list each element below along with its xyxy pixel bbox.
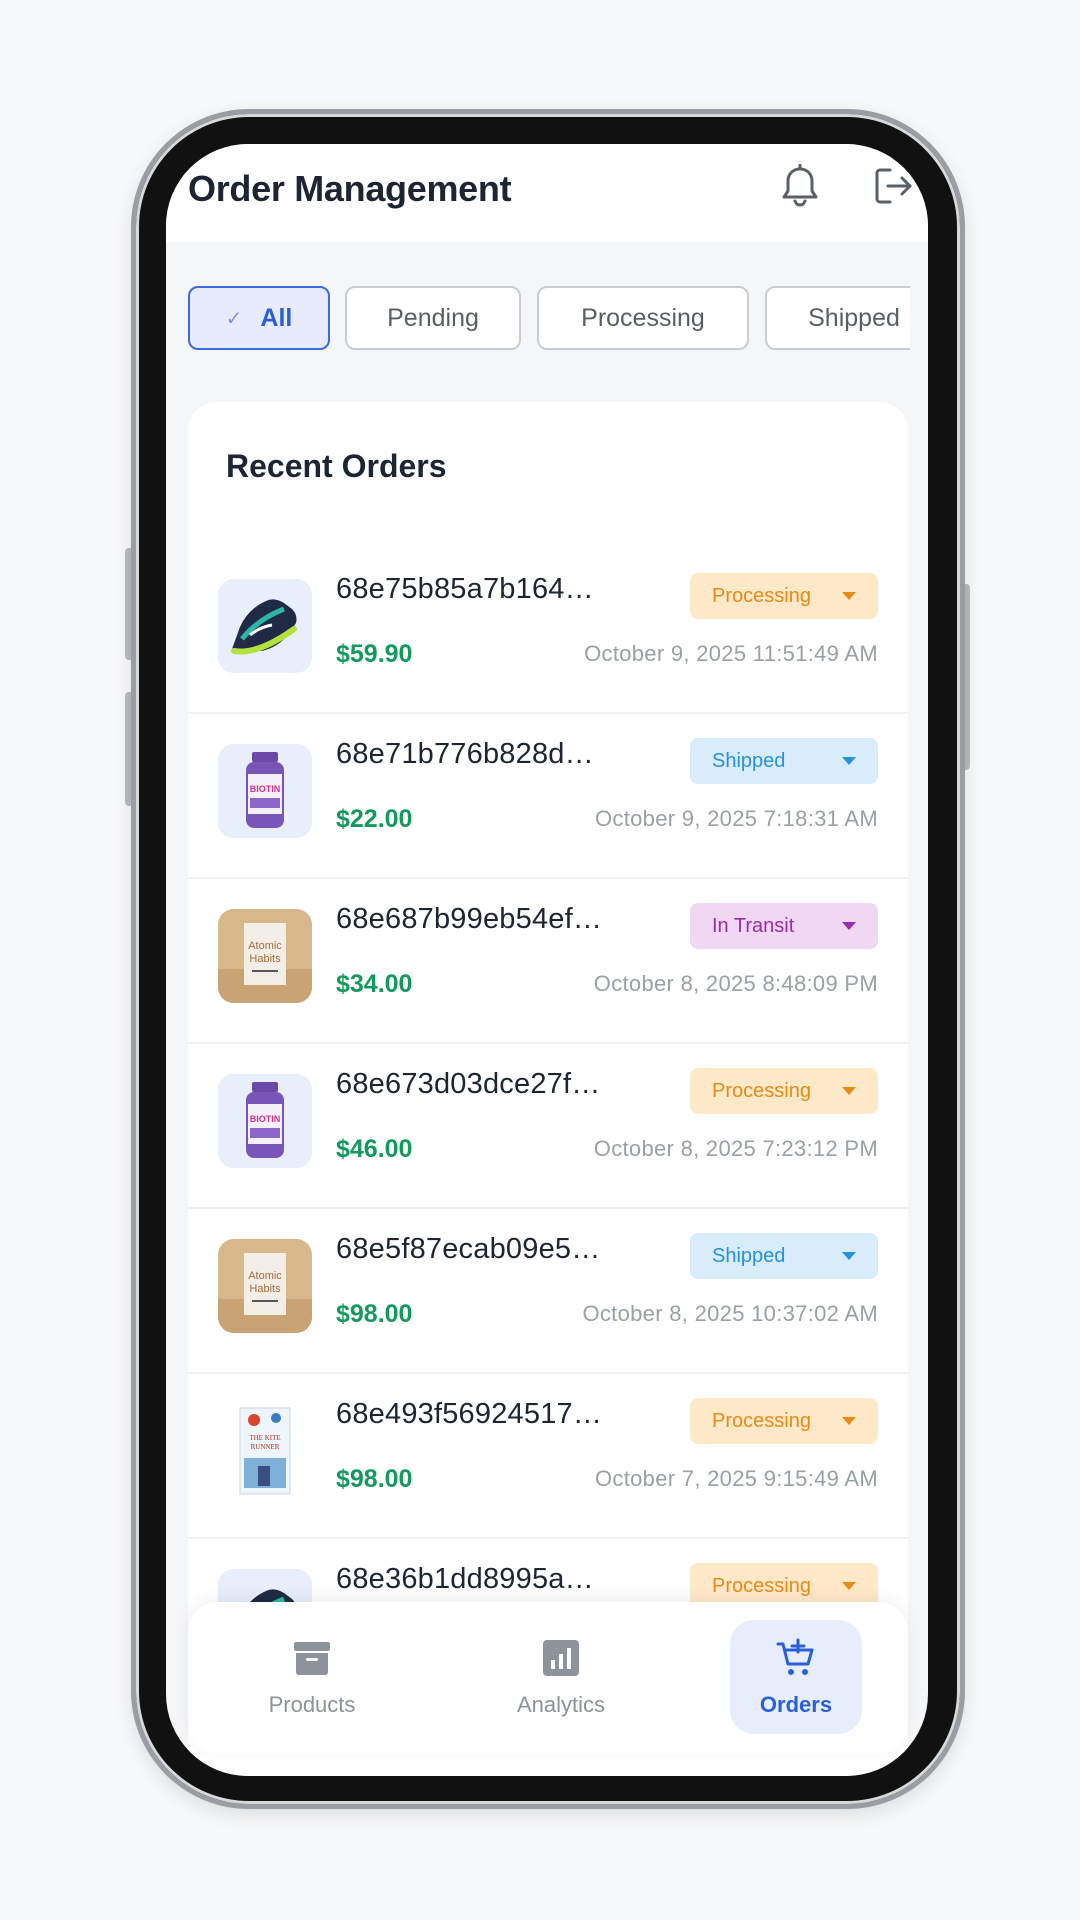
status-dropdown[interactable]: Shipped: [690, 1233, 878, 1279]
recent-orders-card: Recent Orders 68e75b85a7b164… Processing…: [188, 402, 908, 1776]
caret-down-icon: [842, 1087, 856, 1095]
order-price: $98.00: [336, 1465, 413, 1493]
status-dropdown[interactable]: In Transit: [690, 903, 878, 949]
order-date: October 9, 2025 7:18:31 AM: [595, 806, 878, 831]
nav-label: Products: [268, 1692, 356, 1717]
book-title-text: Atomic: [248, 1270, 282, 1282]
status-dropdown[interactable]: Processing: [690, 1068, 878, 1114]
order-id: 68e687b99eb54ef…: [336, 903, 603, 935]
status-label: Processing: [712, 1574, 811, 1597]
app-screen: Order Management ✓ All Pending Processin…: [166, 144, 928, 1776]
order-price: $98.00: [336, 1300, 413, 1328]
filter-chip-label: Pending: [387, 303, 479, 332]
order-date: October 8, 2025 10:37:02 AM: [582, 1301, 878, 1326]
order-price: $34.00: [336, 970, 413, 998]
order-date: October 7, 2025 9:15:49 AM: [595, 1466, 878, 1491]
order-date: October 8, 2025 7:23:12 PM: [593, 1136, 878, 1161]
status-label: Shipped: [712, 1244, 786, 1267]
check-icon: ✓: [225, 307, 243, 330]
filter-chip-label: All: [260, 303, 293, 332]
filter-chip-shipped[interactable]: Shipped: [765, 286, 910, 350]
order-row[interactable]: BIOTIN 68e673d03dce27f… Processing $46.0…: [188, 1044, 908, 1209]
biotin-label-text: BIOTIN: [250, 784, 281, 794]
analytics-icon: [543, 1640, 579, 1676]
order-id: 68e493f56924517…: [336, 1398, 603, 1430]
product-thumbnail-atomic-habits: Atomic Habits: [218, 909, 312, 1003]
book-title-text: Atomic: [248, 940, 282, 952]
status-label: Processing: [712, 584, 811, 607]
order-price: $46.00: [336, 1135, 413, 1163]
nav-tab-products[interactable]: Products: [246, 1620, 378, 1734]
logout-icon[interactable]: [872, 166, 914, 206]
order-id: 68e71b776b828d…: [336, 738, 594, 770]
caret-down-icon: [842, 592, 856, 600]
page-title: Order Management: [188, 168, 512, 209]
product-thumbnail-biotin: BIOTIN: [218, 1074, 312, 1168]
order-row[interactable]: Atomic Habits 68e5f87ecab09e5… Shipped $…: [188, 1209, 908, 1374]
product-thumbnail-atomic-habits: Atomic Habits: [218, 1239, 312, 1333]
status-label: Processing: [712, 1079, 811, 1102]
nav-tab-analytics[interactable]: Analytics: [495, 1620, 627, 1734]
product-thumbnail-sneaker: [218, 579, 312, 673]
caret-down-icon: [842, 757, 856, 765]
status-label: Processing: [712, 1409, 811, 1432]
status-dropdown[interactable]: Shipped: [690, 738, 878, 784]
status-label: In Transit: [712, 914, 795, 937]
filter-chip-all[interactable]: ✓ All: [188, 286, 330, 350]
product-thumbnail-biotin: BIOTIN: [218, 744, 312, 838]
status-dropdown[interactable]: Processing: [690, 573, 878, 619]
book-title-text: THE KITE: [249, 1434, 280, 1442]
order-id: 68e75b85a7b164…: [336, 573, 594, 605]
filter-chip-processing[interactable]: Processing: [537, 286, 749, 350]
order-id: 68e5f87ecab09e5…: [336, 1233, 601, 1265]
order-date: October 8, 2025 8:48:09 PM: [593, 971, 878, 996]
archive-icon: [294, 1642, 330, 1675]
order-row[interactable]: THE KITE RUNNER 68e493f56924517… Process…: [188, 1374, 908, 1539]
nav-label: Orders: [759, 1692, 833, 1717]
bottom-navigation: Products Analytics Orders: [188, 1602, 908, 1754]
book-title-text: Habits: [249, 953, 281, 965]
biotin-label-text: BIOTIN: [250, 1114, 281, 1124]
cart-icon: [776, 1638, 814, 1675]
order-price: $59.90: [336, 640, 413, 668]
filter-chip-label: Processing: [581, 303, 705, 332]
order-date: October 9, 2025 11:51:49 AM: [584, 641, 878, 666]
caret-down-icon: [842, 1252, 856, 1260]
order-price: $22.00: [336, 805, 413, 833]
bell-icon[interactable]: [780, 164, 820, 208]
order-id: 68e36b1dd8995a…: [336, 1563, 594, 1595]
order-id: 68e673d03dce27f…: [336, 1068, 601, 1100]
caret-down-icon: [842, 1417, 856, 1425]
section-title: Recent Orders: [226, 448, 447, 484]
status-label: Shipped: [712, 749, 786, 772]
status-filter-chips: ✓ All Pending Processing Shipped: [188, 286, 910, 352]
nav-tab-orders[interactable]: Orders: [730, 1620, 862, 1734]
filter-chip-pending[interactable]: Pending: [345, 286, 521, 350]
caret-down-icon: [842, 1582, 856, 1590]
status-dropdown[interactable]: Processing: [690, 1398, 878, 1444]
order-row[interactable]: BIOTIN 68e71b776b828d… Shipped $22.00 Oc…: [188, 714, 908, 879]
book-title-text: RUNNER: [251, 1443, 280, 1451]
app-header: Order Management: [166, 144, 928, 242]
product-thumbnail-kite-runner: THE KITE RUNNER: [218, 1404, 312, 1498]
order-row[interactable]: 68e75b85a7b164… Processing $59.90 Octobe…: [188, 549, 908, 714]
nav-label: Analytics: [516, 1692, 606, 1717]
book-title-text: Habits: [249, 1283, 281, 1295]
filter-chip-label: Shipped: [808, 303, 900, 332]
caret-down-icon: [842, 922, 856, 930]
order-row[interactable]: Atomic Habits 68e687b99eb54ef… In Transi…: [188, 879, 908, 1044]
